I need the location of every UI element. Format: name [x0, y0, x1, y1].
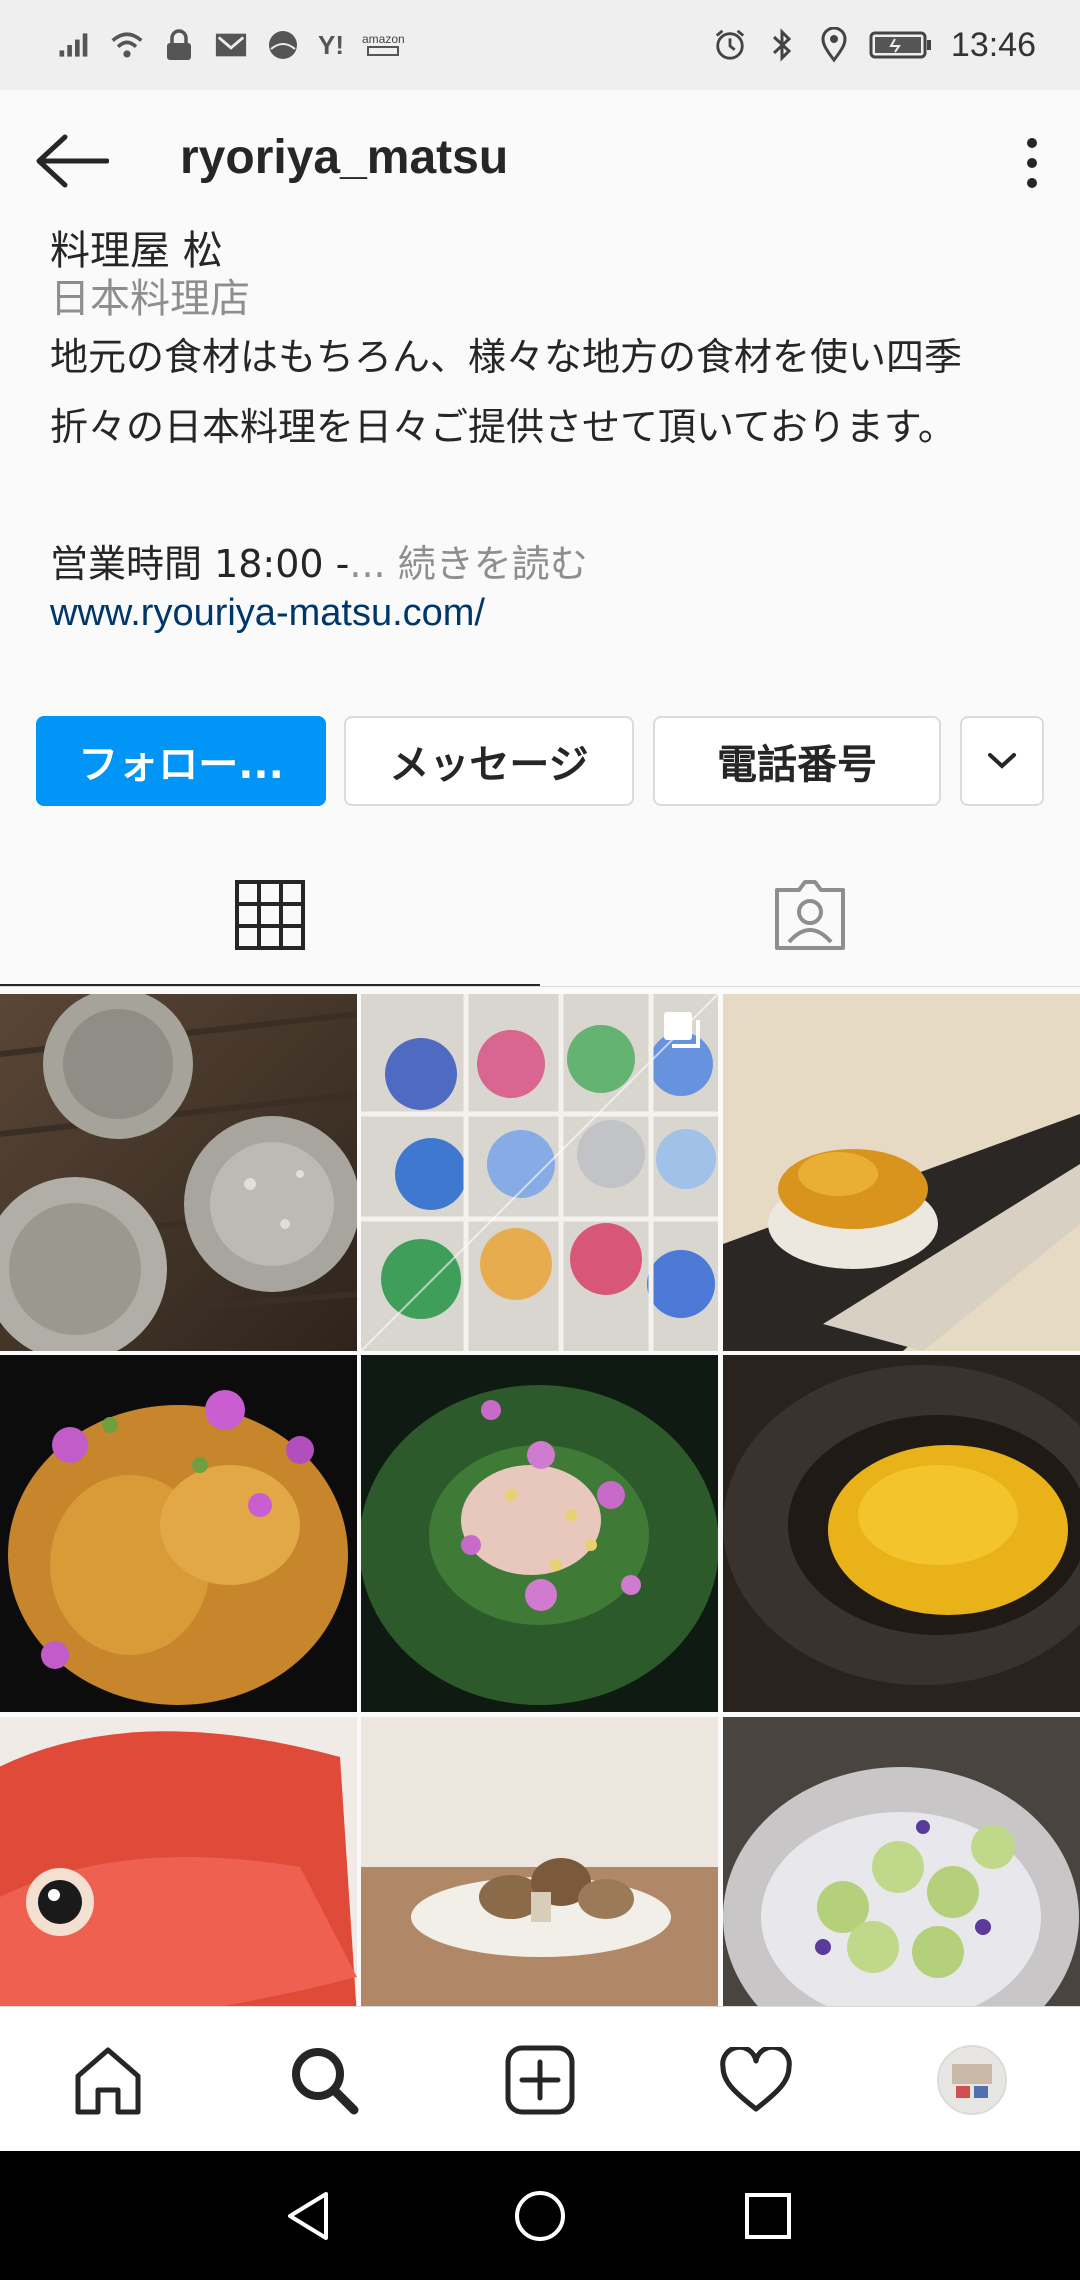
uni-sushi-photo [723, 994, 1080, 1351]
clock: 13:46 [950, 25, 1036, 64]
profile-category: 日本料理店 [50, 276, 250, 322]
alarm-icon [713, 28, 747, 62]
nav-home[interactable] [0, 2007, 216, 2152]
profile-avatar [937, 2044, 1007, 2115]
profile-bio: 料理屋 松 日本料理店 地元の食材はもちろん、様々な地方の食材を使い四季折々の日… [0, 230, 1080, 680]
system-home-button[interactable] [460, 2151, 620, 2280]
website-link[interactable]: www.ryouriya-matsu.com/ [50, 592, 485, 635]
ball-icon [266, 28, 300, 62]
nav-activity[interactable] [648, 2007, 864, 2152]
lock-icon [162, 28, 196, 62]
nav-search[interactable] [216, 2007, 432, 2152]
more-options-button[interactable] [1012, 130, 1052, 196]
corn-rice-pot-photo [723, 1355, 1080, 1712]
phone-button[interactable]: 電話番号 [653, 716, 941, 806]
profile-actions: フォロー... メッセージ 電話番号 [0, 716, 1080, 806]
post-thumbnail[interactable] [723, 1355, 1080, 1712]
business-hours-text: 営業時間 18:00 - [50, 542, 350, 586]
status-bar: Y! amazon 13:46 [0, 0, 1080, 90]
add-post-icon [505, 2045, 575, 2114]
green-dish-photo [361, 1355, 718, 1712]
post-thumbnail[interactable] [361, 1355, 718, 1712]
follow-button[interactable]: フォロー... [36, 716, 326, 806]
mail-icon [214, 28, 248, 62]
uni-rice-photo [0, 1355, 357, 1712]
system-recents-button[interactable] [688, 2151, 848, 2280]
profile-description: 地元の食材はもちろん、様々な地方の食材を使い四季折々の日本料理を日々ご提供させて… [50, 335, 963, 449]
bluetooth-icon [765, 28, 799, 62]
nav-add-post[interactable] [432, 2007, 648, 2152]
post-thumbnail[interactable] [0, 1717, 357, 2006]
system-back-button[interactable] [228, 2151, 388, 2280]
profile-header: ryoriya_matsu [0, 90, 1080, 230]
tab-tagged[interactable] [540, 840, 1080, 990]
system-navigation-bar [0, 2151, 1080, 2280]
post-thumbnail[interactable] [723, 994, 1080, 1351]
back-button[interactable] [32, 128, 112, 194]
read-more-link[interactable]: ... 続きを読む [349, 542, 587, 586]
wifi-icon [110, 28, 144, 62]
heart-icon [720, 2046, 792, 2111]
home-icon [75, 2047, 141, 2114]
signal-icon [58, 28, 92, 62]
posts-grid [0, 994, 1080, 2006]
amazon-icon: amazon [362, 33, 405, 57]
tab-posts-grid[interactable] [0, 840, 540, 990]
square-recents-icon [745, 2192, 791, 2239]
tagged-icon [775, 880, 845, 950]
post-thumbnail[interactable] [361, 994, 718, 1351]
profile-tabs [0, 840, 1080, 990]
back-arrow-icon [36, 134, 109, 188]
post-thumbnail[interactable] [0, 1355, 357, 1712]
search-icon [292, 2047, 359, 2114]
circle-home-icon [515, 2190, 565, 2241]
mushroom-plate-photo [361, 1717, 718, 2006]
grid-icon [235, 880, 305, 950]
more-vertical-icon [1027, 138, 1037, 188]
message-button[interactable]: メッセージ [344, 716, 634, 806]
bottom-navigation [0, 2006, 1080, 2151]
post-thumbnail[interactable] [361, 1717, 718, 2006]
battery-icon [869, 28, 933, 62]
profile-hours: 営業時間 18:00 -... 続きを読む [50, 533, 588, 588]
triangle-back-icon [288, 2191, 328, 2240]
yahoo-icon: Y! [318, 29, 344, 60]
post-thumbnail[interactable] [0, 994, 357, 1351]
location-icon [817, 27, 851, 63]
tab-divider [0, 986, 1080, 987]
suggested-dropdown-button[interactable] [960, 716, 1044, 806]
post-thumbnail[interactable] [723, 1717, 1080, 2006]
carousel-icon [664, 1012, 700, 1048]
nav-profile[interactable] [864, 2007, 1080, 2152]
username-title: ryoriya_matsu [180, 131, 509, 184]
grape-dessert-photo [723, 1717, 1080, 2006]
chevron-down-icon [988, 753, 1016, 769]
ceramic-bowls-photo [0, 994, 357, 1351]
red-fish-photo [0, 1717, 357, 2006]
